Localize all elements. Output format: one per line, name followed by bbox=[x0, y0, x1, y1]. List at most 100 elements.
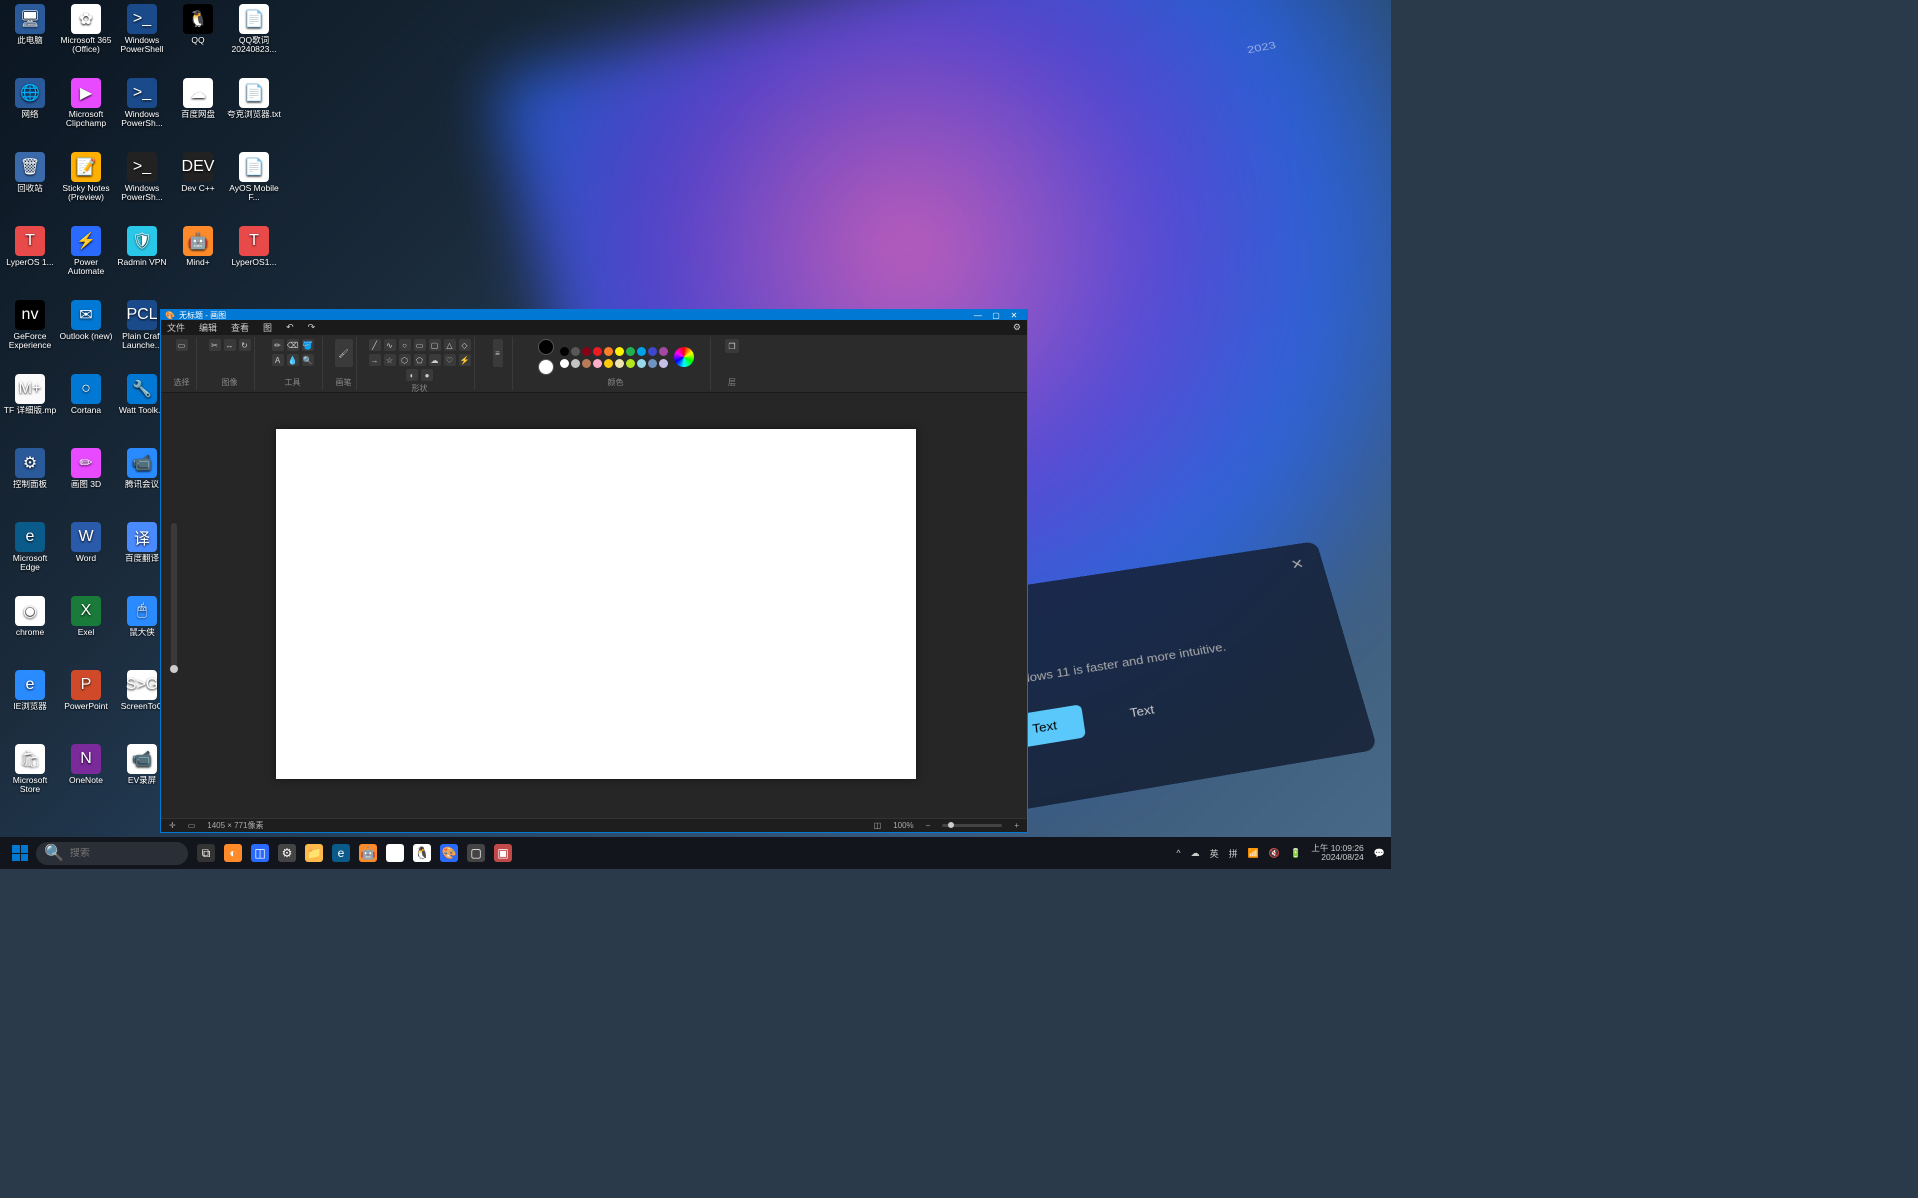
taskbar-item-settings[interactable]: ⚙ bbox=[275, 841, 299, 865]
shape-oval[interactable]: ○ bbox=[399, 339, 411, 351]
paint-canvas[interactable] bbox=[276, 429, 916, 779]
menu-view[interactable]: 查看 bbox=[231, 321, 249, 334]
desktop-icon[interactable]: nvGeForce Experience bbox=[2, 300, 58, 354]
color-swatch[interactable] bbox=[604, 359, 613, 368]
taskbar-item-file-explorer[interactable]: 📁 bbox=[302, 841, 326, 865]
zoom-out-button[interactable]: − bbox=[926, 821, 931, 830]
color-swatch[interactable] bbox=[560, 359, 569, 368]
desktop-icon[interactable]: NOneNote bbox=[58, 744, 114, 798]
color-swatch[interactable] bbox=[637, 347, 646, 356]
desktop-icon[interactable]: 🤖Mind+ bbox=[170, 226, 226, 280]
notifications-icon[interactable]: 💬 bbox=[1374, 848, 1385, 859]
desktop-icon[interactable]: ⚙控制面板 bbox=[2, 448, 58, 502]
shape-arrow[interactable]: → bbox=[369, 354, 381, 366]
maximize-button[interactable]: ▢ bbox=[987, 311, 1005, 320]
desktop-icon[interactable]: ✿Microsoft 365 (Office) bbox=[58, 4, 114, 58]
taskbar-item-chrome[interactable]: ◉ bbox=[383, 841, 407, 865]
color-swatch[interactable] bbox=[659, 347, 668, 356]
desktop-icon[interactable]: 🗑回收站 bbox=[2, 152, 58, 206]
desktop-icon[interactable]: 🛍Microsoft Store bbox=[2, 744, 58, 798]
desktop-icon[interactable]: XExel bbox=[58, 596, 114, 650]
taskbar-item-task-view[interactable]: ⧉ bbox=[194, 841, 218, 865]
shape-line[interactable]: ╱ bbox=[369, 339, 381, 351]
desktop-icon[interactable]: 📄QQ歌词 20240823... bbox=[226, 4, 282, 58]
wifi-icon[interactable]: 📶 bbox=[1248, 848, 1259, 859]
color-1[interactable] bbox=[538, 339, 554, 355]
color-swatch[interactable] bbox=[593, 347, 602, 356]
shape-pent[interactable]: ⬠ bbox=[414, 354, 426, 366]
desktop-icon[interactable]: >_Windows PowerShell bbox=[114, 4, 170, 58]
desktop-icon[interactable]: M+TF 详细版.mp bbox=[2, 374, 58, 428]
color-swatch[interactable] bbox=[637, 359, 646, 368]
color-swatch[interactable] bbox=[604, 347, 613, 356]
desktop-icon[interactable]: 🛡Radmin VPN bbox=[114, 226, 170, 280]
picker-tool[interactable]: 💧 bbox=[287, 354, 299, 366]
ime-language[interactable]: 英 bbox=[1210, 847, 1219, 860]
color-swatch[interactable] bbox=[571, 347, 580, 356]
desktop-icon[interactable]: TLyperOS1... bbox=[226, 226, 282, 280]
shape-hex[interactable]: ⬡ bbox=[399, 354, 411, 366]
shape-heart[interactable]: ♡ bbox=[444, 354, 456, 366]
brush-tool[interactable]: 🖌 bbox=[335, 339, 353, 367]
taskbar-item-app-1[interactable]: ▢ bbox=[464, 841, 488, 865]
desktop-icon[interactable]: ✉Outlook (new) bbox=[58, 300, 114, 354]
close-button[interactable]: ✕ bbox=[1005, 311, 1023, 320]
crop-tool[interactable]: ✂ bbox=[209, 339, 221, 351]
desktop-icon[interactable]: ▶Microsoft Clipchamp bbox=[58, 78, 114, 132]
battery-icon[interactable]: 🔋 bbox=[1290, 848, 1301, 859]
taskbar-clock[interactable]: 上午 10:09:26 2024/08/24 bbox=[1311, 844, 1363, 863]
zoom-tool[interactable]: 🔍 bbox=[302, 354, 314, 366]
desktop-icon[interactable]: 🐧QQ bbox=[170, 4, 226, 58]
desktop-icon[interactable]: ✏画图 3D bbox=[58, 448, 114, 502]
desktop-icon[interactable]: eMicrosoft Edge bbox=[2, 522, 58, 576]
zoom-thumb[interactable] bbox=[170, 665, 178, 673]
color-swatch[interactable] bbox=[615, 359, 624, 368]
shape-star[interactable]: ☆ bbox=[384, 354, 396, 366]
shape-diamond[interactable]: ◇ bbox=[459, 339, 471, 351]
shape-rect[interactable]: ▭ bbox=[414, 339, 426, 351]
volume-icon[interactable]: 🔇 bbox=[1269, 848, 1280, 859]
desktop-icon[interactable]: ○Cortana bbox=[58, 374, 114, 428]
color-swatch[interactable] bbox=[582, 359, 591, 368]
shape-bolt[interactable]: ⚡ bbox=[459, 354, 471, 366]
desktop-icon[interactable]: TLyperOS 1... bbox=[2, 226, 58, 280]
color-swatch[interactable] bbox=[571, 359, 580, 368]
color-swatch[interactable] bbox=[615, 347, 624, 356]
search-input[interactable] bbox=[70, 848, 202, 859]
shape-fill[interactable]: ● bbox=[421, 369, 433, 381]
fill-tool[interactable]: 🪣 bbox=[302, 339, 314, 351]
desktop-icon[interactable]: 📝Sticky Notes (Preview) bbox=[58, 152, 114, 206]
shape-outline[interactable]: ◐ bbox=[406, 369, 418, 381]
desktop-icon[interactable]: >_Windows PowerSh... bbox=[114, 152, 170, 206]
desktop-icon[interactable]: 📄夸克浏览器.txt bbox=[226, 78, 282, 132]
shape-curve[interactable]: ∿ bbox=[384, 339, 396, 351]
desktop-icon[interactable]: >_Windows PowerSh... bbox=[114, 78, 170, 132]
color-swatch[interactable] bbox=[593, 359, 602, 368]
taskbar-item-paint[interactable]: 🎨 bbox=[437, 841, 461, 865]
desktop-icon[interactable]: 📄AyOS Mobile F... bbox=[226, 152, 282, 206]
shape-cloud[interactable]: ☁ bbox=[429, 354, 441, 366]
layers-tool[interactable]: ❐ bbox=[725, 339, 739, 353]
desktop-icon[interactable]: 🖥此电脑 bbox=[2, 4, 58, 58]
eraser-tool[interactable]: ⌫ bbox=[287, 339, 299, 351]
select-tool[interactable]: ▭ bbox=[176, 339, 188, 351]
menu-redo[interactable]: ↷ bbox=[308, 322, 316, 333]
desktop-icon[interactable]: ⚡Power Automate bbox=[58, 226, 114, 280]
menu-file[interactable]: 文件 bbox=[167, 321, 185, 334]
desktop-icon[interactable]: PPowerPoint bbox=[58, 670, 114, 724]
desktop-icon[interactable]: ◉chrome bbox=[2, 596, 58, 650]
shape-roundrect[interactable]: ▢ bbox=[429, 339, 441, 351]
zoom-in-button[interactable]: + bbox=[1014, 821, 1019, 830]
paint-titlebar[interactable]: 🎨 无标题 - 画图 ― ▢ ✕ bbox=[161, 310, 1027, 320]
taskbar-item-app-2[interactable]: ▣ bbox=[491, 841, 515, 865]
color-swatch[interactable] bbox=[582, 347, 591, 356]
color-swatch[interactable] bbox=[648, 347, 657, 356]
desktop-icon[interactable]: ☁百度网盘 bbox=[170, 78, 226, 132]
menu-edit[interactable]: 编辑 bbox=[199, 321, 217, 334]
taskbar-item-edge[interactable]: e bbox=[329, 841, 353, 865]
taskbar-search[interactable]: 🔍 bbox=[36, 842, 188, 865]
minimize-button[interactable]: ― bbox=[969, 311, 987, 320]
menu-settings[interactable]: ⚙ bbox=[1013, 322, 1021, 333]
zoom-slider[interactable] bbox=[942, 824, 1002, 827]
desktop-icon[interactable]: eIE浏览器 bbox=[2, 670, 58, 724]
